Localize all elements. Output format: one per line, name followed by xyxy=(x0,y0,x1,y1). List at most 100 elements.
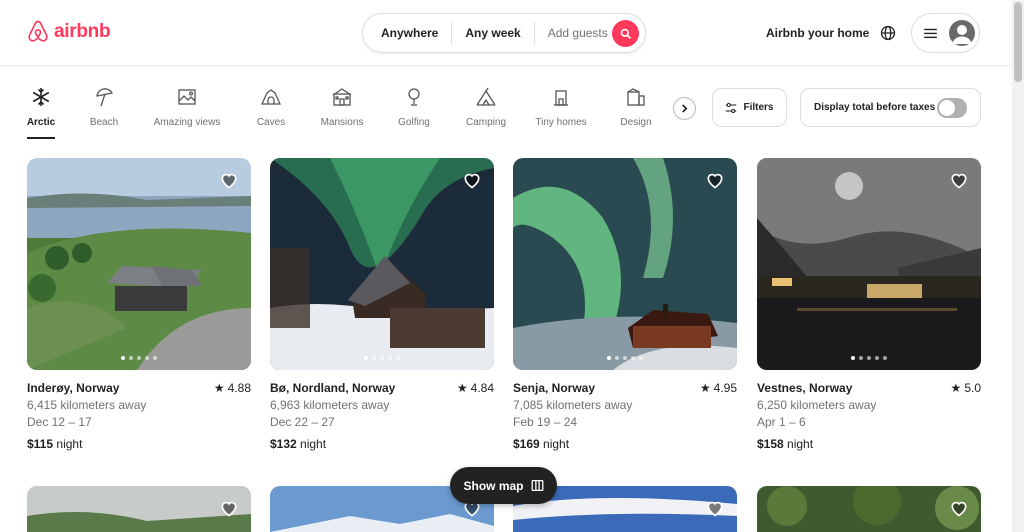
heart-icon[interactable] xyxy=(462,170,482,190)
listing-location: Bø, Nordland, Norway xyxy=(270,381,396,395)
category-beach[interactable]: Beach xyxy=(59,86,149,128)
listing-location: Senja, Norway xyxy=(513,381,596,395)
scrollbar-thumb[interactable] xyxy=(1014,2,1022,82)
taxes-label: Display total before taxes xyxy=(814,102,936,113)
listing-photo[interactable] xyxy=(757,158,981,370)
listing-price: $169 night xyxy=(513,436,737,453)
price-amount: $115 xyxy=(27,437,54,451)
listing-distance: 6,415 kilometers away xyxy=(27,398,147,412)
category-label: Caves xyxy=(256,117,286,128)
price-unit: night xyxy=(300,437,327,451)
chevron-right-icon xyxy=(682,104,688,113)
mansion-icon xyxy=(331,86,353,108)
listing-rating: ★ 4.84 xyxy=(457,380,494,397)
heart-icon[interactable] xyxy=(219,498,239,518)
category-label: Tiny homes xyxy=(535,117,587,128)
rating-value: 4.88 xyxy=(227,381,251,395)
price-amount: $169 xyxy=(513,437,540,451)
landscape-icon xyxy=(176,86,198,108)
category-label: Design xyxy=(620,117,652,128)
cave-icon xyxy=(260,86,282,108)
listing-dates: Apr 1 – 6 xyxy=(757,415,806,429)
price-amount: $132 xyxy=(270,437,297,451)
filters-button[interactable]: Filters xyxy=(712,88,787,127)
price-amount: $158 xyxy=(757,437,784,451)
search-button[interactable] xyxy=(612,20,639,47)
rating-value: 5.0 xyxy=(964,381,981,395)
taxes-toggle-panel: Display total before taxes xyxy=(800,88,981,127)
sliders-icon xyxy=(726,102,737,113)
star-icon: ★ xyxy=(213,381,225,395)
price-unit: night xyxy=(56,437,83,451)
map-icon xyxy=(531,479,543,492)
category-design[interactable]: Design xyxy=(591,86,681,128)
listing-photo[interactable] xyxy=(27,158,251,370)
search-location[interactable]: Anywhere xyxy=(363,26,451,40)
listing-location: Vestnes, Norway xyxy=(757,381,853,395)
listing-rating: ★ 5.0 xyxy=(951,380,981,397)
top-header: airbnb Anywhere Any week Add guests Airb… xyxy=(0,0,1012,66)
photo-carousel-dots xyxy=(270,356,494,360)
search-guests[interactable]: Add guests xyxy=(535,26,621,40)
listing-price: $158 night xyxy=(757,436,981,453)
listing-photo[interactable] xyxy=(27,486,251,532)
category-bar: Arctic Beach Amazing views Caves Mansion… xyxy=(0,80,700,140)
heart-icon[interactable] xyxy=(705,498,725,518)
photo-carousel-dots xyxy=(513,356,737,360)
listing-dates: Feb 19 – 24 xyxy=(513,415,578,429)
price-unit: night xyxy=(543,437,570,451)
heart-icon[interactable] xyxy=(949,498,969,518)
listing-rating: ★ 4.88 xyxy=(214,380,251,397)
listing-distance: 6,250 kilometers away xyxy=(757,398,877,412)
listing-photo[interactable] xyxy=(270,158,494,370)
rating-value: 4.95 xyxy=(713,381,737,395)
avatar xyxy=(949,20,975,46)
star-icon: ★ xyxy=(950,381,962,395)
snowflake-icon xyxy=(30,86,52,108)
search-icon xyxy=(620,28,631,39)
heart-icon[interactable] xyxy=(949,170,969,190)
star-icon: ★ xyxy=(456,381,468,395)
listing-location: Inderøy, Norway xyxy=(27,381,120,395)
taxes-toggle-switch[interactable] xyxy=(937,98,967,118)
logo-text: airbnb xyxy=(54,21,111,42)
user-avatar-icon xyxy=(952,25,972,44)
category-label: Amazing views xyxy=(153,117,221,128)
design-icon xyxy=(625,86,647,108)
golf-icon xyxy=(403,86,425,108)
search-bar[interactable]: Anywhere Any week Add guests xyxy=(362,13,646,53)
airbnb-logo[interactable]: airbnb xyxy=(26,19,111,45)
tent-icon xyxy=(475,86,497,108)
show-map-label: Show map xyxy=(463,478,524,493)
listing-photo[interactable] xyxy=(757,486,981,532)
listing-dates: Dec 12 – 17 xyxy=(27,415,92,429)
listing-photo[interactable] xyxy=(513,158,737,370)
airbnb-your-home-link[interactable]: Airbnb your home xyxy=(766,26,869,40)
star-icon: ★ xyxy=(699,381,711,395)
globe-icon[interactable] xyxy=(880,25,896,41)
search-dates[interactable]: Any week xyxy=(452,26,533,40)
listing-price: $115 night xyxy=(27,436,251,453)
page-scrollbar[interactable] xyxy=(1012,0,1024,532)
listing-distance: 7,085 kilometers away xyxy=(513,398,633,412)
category-label: Camping xyxy=(465,117,507,128)
listing-price: $132 night xyxy=(270,436,494,453)
category-amazing-views[interactable]: Amazing views xyxy=(142,86,232,128)
show-map-button[interactable]: Show map xyxy=(450,467,557,504)
heart-icon[interactable] xyxy=(219,170,239,190)
listing-rating: ★ 4.95 xyxy=(700,380,737,397)
hamburger-menu-icon xyxy=(924,28,937,38)
active-category-underline xyxy=(27,137,55,139)
heart-icon[interactable] xyxy=(705,170,725,190)
category-label: Arctic xyxy=(26,117,56,128)
listing-info: Bø, Nordland, Norway ★ 4.84 6,963 kilomet… xyxy=(270,380,494,453)
listing-distance: 6,963 kilometers away xyxy=(270,398,390,412)
user-menu-button[interactable] xyxy=(911,13,980,53)
listing-info: Vestnes, Norway ★ 5.0 6,250 kilometers aw… xyxy=(757,380,981,453)
listing-info: Inderøy, Norway ★ 4.88 6,415 kilometers a… xyxy=(27,380,251,453)
airbnb-logo-icon xyxy=(28,20,48,42)
listing-info: Senja, Norway ★ 4.95 7,085 kilometers awa… xyxy=(513,380,737,453)
categories-next-button[interactable] xyxy=(673,97,696,120)
rating-value: 4.84 xyxy=(470,381,494,395)
umbrella-icon xyxy=(93,86,115,108)
